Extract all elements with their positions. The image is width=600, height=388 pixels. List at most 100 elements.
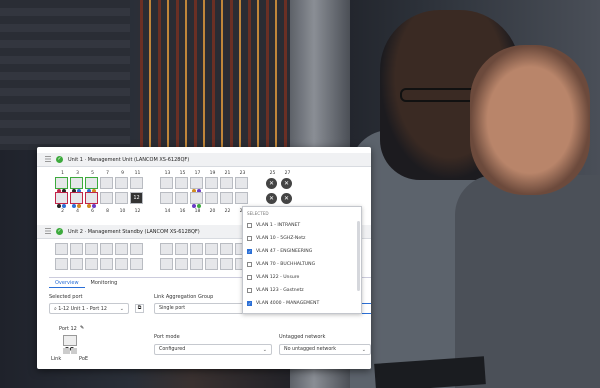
- drag-handle-icon[interactable]: [45, 156, 51, 163]
- selected-port-select[interactable]: ⌕ 1-12 Unit 1 - Port 12 ⌄: [49, 303, 129, 314]
- switch-port[interactable]: [190, 192, 203, 208]
- switch-port[interactable]: [100, 243, 113, 255]
- port-blocked-icon[interactable]: ✕: [266, 178, 277, 189]
- switch-port[interactable]: [130, 177, 143, 189]
- poe-led: [70, 348, 77, 354]
- switch-port[interactable]: [220, 177, 233, 189]
- switch-port[interactable]: 12: [130, 192, 143, 204]
- switch-port[interactable]: [70, 177, 83, 193]
- edit-icon[interactable]: ✎: [80, 325, 84, 331]
- switch-port[interactable]: [190, 177, 203, 193]
- vlan-option[interactable]: VLAN 70 - BUCHHALTUNG: [243, 258, 361, 271]
- vlan-option[interactable]: VLAN 122 - Unsure: [243, 271, 361, 284]
- tab-overview[interactable]: Overview: [49, 278, 85, 288]
- vlan-option[interactable]: VLAN 1 - INTRANET: [243, 219, 361, 232]
- selected-port-label: Selected port: [49, 294, 83, 300]
- port-number: 3: [76, 171, 79, 176]
- switch-port[interactable]: [130, 243, 143, 255]
- switch-port[interactable]: [70, 192, 83, 208]
- switch-port[interactable]: [55, 192, 68, 208]
- link-led: [63, 348, 70, 354]
- unit-1-header[interactable]: ✓ Unit 1 · Management Unit (LANCOM XS-61…: [37, 153, 371, 167]
- drag-handle-icon[interactable]: [45, 228, 51, 235]
- checkbox[interactable]: ✓: [247, 301, 252, 306]
- switch-port[interactable]: [205, 243, 218, 255]
- led-row: [63, 348, 77, 354]
- lag-label: Link Aggregation Group: [154, 294, 214, 300]
- port-number: 15: [179, 171, 186, 176]
- port-mode-select[interactable]: Configured ⌄: [154, 344, 272, 355]
- chevron-down-icon: ⌄: [119, 306, 124, 312]
- switch-port[interactable]: [115, 192, 128, 204]
- switch-port[interactable]: [175, 258, 188, 270]
- checkbox[interactable]: [247, 223, 252, 228]
- switch-port[interactable]: [220, 192, 233, 204]
- switch-port[interactable]: [115, 258, 128, 270]
- switch-port[interactable]: [55, 177, 68, 193]
- switch-port[interactable]: [160, 192, 173, 204]
- switch-port[interactable]: [235, 192, 248, 204]
- vlan-option-label: VLAN 1 - INTRANET: [256, 223, 301, 228]
- vlan-option[interactable]: ✓ VLAN 4000 - MANAGEMENT: [243, 297, 361, 310]
- port-number: 10: [119, 209, 126, 214]
- port-number: 27: [284, 171, 291, 176]
- switch-port[interactable]: [205, 258, 218, 270]
- checkbox[interactable]: ✓: [247, 249, 252, 254]
- switch-port[interactable]: [85, 177, 98, 193]
- switch-port[interactable]: [160, 243, 173, 255]
- port-number: 25: [269, 171, 276, 176]
- switch-port[interactable]: [85, 192, 98, 208]
- port-mode-label: Port mode: [154, 334, 180, 340]
- port-blocked-icon[interactable]: ✕: [281, 178, 292, 189]
- switch-port[interactable]: [70, 243, 83, 255]
- switch-port[interactable]: [115, 177, 128, 189]
- switch-port[interactable]: [190, 258, 203, 270]
- switch-port[interactable]: [220, 243, 233, 255]
- port-number: 22: [224, 209, 231, 214]
- switch-port[interactable]: [100, 192, 113, 204]
- switch-port[interactable]: [160, 258, 173, 270]
- port-gap: [250, 192, 263, 204]
- switch-port[interactable]: [205, 177, 218, 189]
- switch-port[interactable]: [130, 258, 143, 270]
- switch-port[interactable]: [100, 177, 113, 189]
- switch-port[interactable]: [235, 177, 248, 189]
- switch-port[interactable]: [55, 258, 68, 270]
- port-blocked-icon[interactable]: ✕: [281, 193, 292, 204]
- tab-monitoring[interactable]: Monitoring: [85, 278, 124, 288]
- untagged-network-label: Untagged network: [279, 334, 326, 340]
- scrollbar[interactable]: [357, 221, 360, 291]
- switch-port[interactable]: [190, 243, 203, 255]
- switch-port[interactable]: [175, 243, 188, 255]
- checkbox[interactable]: [247, 288, 252, 293]
- switch-port[interactable]: [100, 258, 113, 270]
- unit-1-ports: ✕ ✕ 12 ✕ ✕: [55, 177, 295, 208]
- vlan-option[interactable]: VLAN 10 - 5GHZ-Netz: [243, 232, 361, 245]
- switch-port[interactable]: [55, 243, 68, 255]
- switch-port[interactable]: [175, 177, 188, 189]
- switch-port[interactable]: [160, 177, 173, 189]
- port-preview: [63, 335, 77, 351]
- port-blocked-icon[interactable]: ✕: [266, 193, 277, 204]
- checkbox[interactable]: [247, 275, 252, 280]
- untagged-network-select[interactable]: No untagged network ⌄: [279, 344, 371, 355]
- port-dot: [87, 204, 91, 208]
- vlan-option-label: VLAN 4000 - MANAGEMENT: [256, 301, 320, 306]
- copy-icon[interactable]: ⧉: [135, 304, 144, 313]
- switch-port[interactable]: [175, 192, 188, 204]
- unit-2-title: Unit 2 · Management Standby (LANCOM XS-6…: [68, 228, 200, 235]
- port-dot: [77, 204, 81, 208]
- switch-port[interactable]: [220, 258, 233, 270]
- switch-port[interactable]: [85, 243, 98, 255]
- vlan-option[interactable]: VLAN 123 - Gastnetz: [243, 284, 361, 297]
- switch-port[interactable]: [205, 192, 218, 204]
- switch-port[interactable]: [85, 258, 98, 270]
- switch-port[interactable]: [115, 243, 128, 255]
- checkbox[interactable]: [247, 236, 252, 241]
- checkbox[interactable]: [247, 262, 252, 267]
- port-dot: [72, 204, 76, 208]
- switch-port[interactable]: [70, 258, 83, 270]
- port-gap: [145, 258, 158, 270]
- port-dot: [197, 204, 201, 208]
- vlan-option[interactable]: ✓ VLAN 47 - ENGINEERING: [243, 245, 361, 258]
